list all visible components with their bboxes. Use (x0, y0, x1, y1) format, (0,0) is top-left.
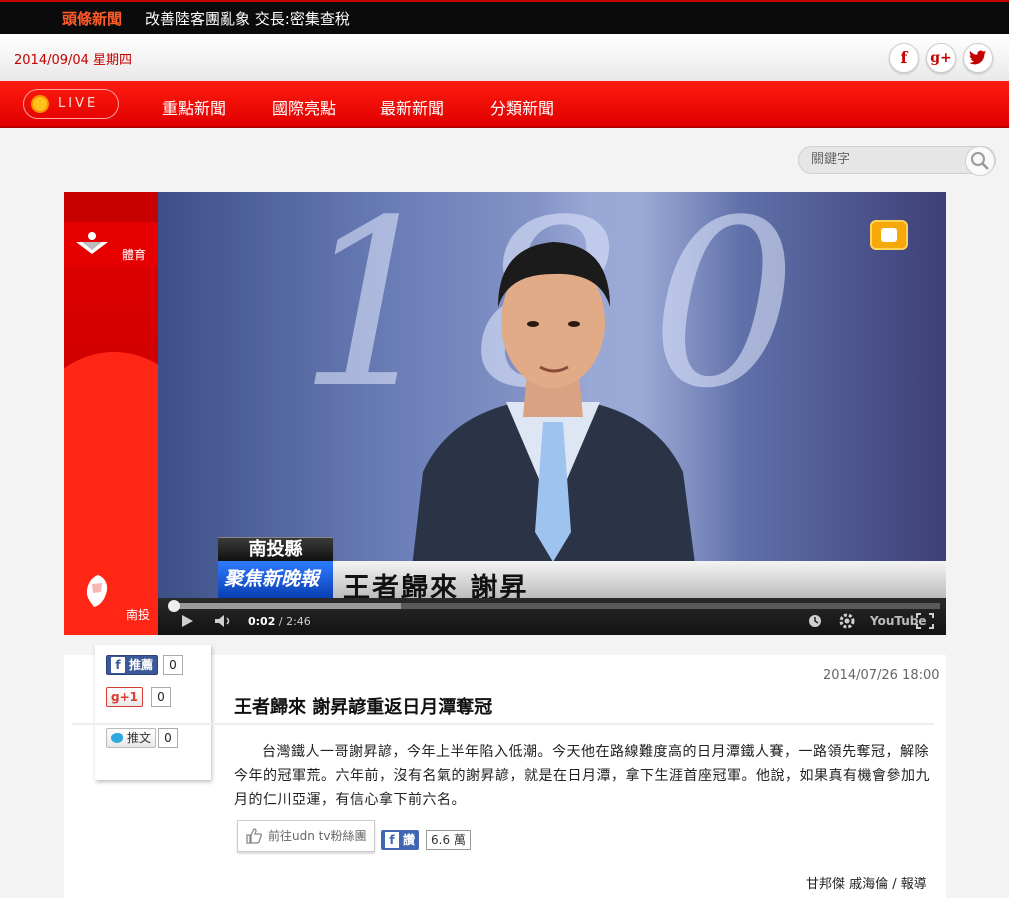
google-plus-count: 0 (151, 687, 171, 707)
video-side-panel: 體育 南投 (64, 192, 224, 635)
nav-item-categories[interactable]: 分類新聞 (490, 95, 554, 119)
twitter-icon[interactable] (963, 43, 993, 73)
live-button[interactable]: LIVE (23, 89, 119, 119)
fullscreen-icon[interactable] (916, 613, 934, 629)
search-box (798, 146, 996, 176)
video-location: 南投 (126, 608, 151, 622)
live-label: LIVE (58, 96, 99, 111)
settings-gear-icon[interactable] (838, 612, 856, 630)
lower-third-program: 聚焦新晚報 (218, 561, 333, 598)
fan-page-label: 前往udn tv粉絲團 (268, 829, 367, 843)
tweet-count: 0 (158, 728, 178, 748)
date-bar: 2014/09/04 星期四 f g+ (0, 34, 1009, 81)
ticker-headline-link[interactable]: 改善陸客團亂象 交長:密集查稅 (145, 8, 350, 29)
taiwan-map-icon (86, 575, 108, 607)
article-title: 王者歸來 謝昇諺重返日月潭奪冠 (234, 697, 493, 718)
facebook-like-button[interactable]: 讚 (381, 830, 420, 850)
headline-ticker: 頭條新聞 改善陸客團亂象 交長:密集查稅 (0, 0, 1009, 34)
search-button[interactable] (965, 146, 995, 176)
google-plus-icon[interactable]: g+ (926, 43, 956, 73)
search-input[interactable] (811, 152, 961, 167)
progress-bar[interactable] (170, 603, 940, 609)
nav-item-international[interactable]: 國際亮點 (272, 95, 336, 119)
nav-item-latest[interactable]: 最新新聞 (380, 95, 444, 119)
watch-later-icon[interactable] (808, 614, 822, 628)
divider (72, 723, 934, 725)
volume-icon[interactable] (214, 614, 234, 628)
like-count: 6.6 萬 (426, 830, 471, 850)
duration: 2:46 (286, 615, 311, 628)
tweet-button[interactable]: 推文 (106, 728, 157, 748)
facebook-recommend-button[interactable]: 推薦 (106, 655, 159, 675)
current-time: 0:02 (248, 615, 276, 628)
article-byline: 甘邦傑 戚海倫 / 報導 (806, 877, 927, 892)
main-nav: LIVE 重點新聞 國際亮點 最新新聞 分類新聞 (0, 81, 1009, 128)
channel-watermark-icon (870, 220, 908, 250)
facebook-icon[interactable]: f (889, 43, 919, 73)
ticker-label: 頭條新聞 (62, 10, 123, 28)
channel-logo-icon (76, 232, 108, 254)
play-icon[interactable] (180, 614, 194, 628)
google-plus-one-button[interactable]: g+1 (106, 687, 143, 707)
thumbs-up-icon (246, 828, 262, 844)
scrubber-handle[interactable] (168, 600, 180, 612)
lower-third-title: 王者歸來 謝昇 (343, 573, 529, 598)
live-bulb-icon (33, 97, 47, 111)
time-display: 0:02 / 2:46 (248, 615, 311, 628)
facebook-count: 0 (163, 655, 183, 675)
article-date: 2014/07/26 18:00 (823, 668, 940, 683)
video-player[interactable]: 體育 南投 180 南投縣 聚焦新晚報 王者歸來 謝昇 (64, 192, 946, 635)
video-category: 體育 (122, 248, 147, 262)
lower-third: 南投縣 聚焦新晚報 王者歸來 謝昇 (218, 537, 946, 598)
lower-third-location: 南投縣 (218, 537, 333, 561)
buffered-bar (170, 603, 401, 609)
share-panel: 推薦 0 g+1 0 推文 0 (95, 645, 211, 780)
search-icon (971, 152, 989, 170)
current-date: 2014/09/04 星期四 (14, 53, 133, 68)
fan-page-button[interactable]: 前往udn tv粉絲團 (237, 820, 375, 852)
player-controls: 0:02 / 2:46 YouTube (158, 598, 946, 635)
article-body: 台灣鐵人一哥謝昇諺，今年上半年陷入低潮。今天他在路線難度高的日月潭鐵人賽，一路領… (234, 744, 930, 808)
nav-item-highlights[interactable]: 重點新聞 (162, 95, 226, 119)
video-frame: 180 南投縣 聚焦新晚報 王者歸來 謝昇 (158, 192, 946, 598)
